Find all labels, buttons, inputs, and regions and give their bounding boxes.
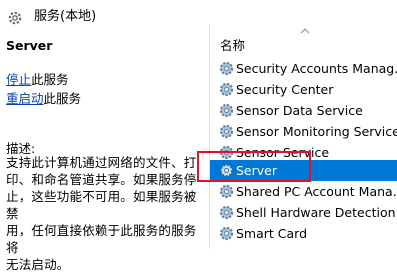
service-name: Shell Hardware Detection: [236, 205, 396, 220]
service-name: Sensor Data Service: [236, 103, 363, 118]
description-line: 支持此计算机通过网络的文件、打: [6, 155, 197, 170]
service-row-security-center[interactable]: Security Center: [210, 79, 397, 100]
service-row-security-accounts-manager[interactable]: Security Accounts Manag...: [210, 58, 397, 79]
service-row-sensor-monitoring-service[interactable]: Sensor Monitoring Service: [210, 121, 397, 142]
selected-service-name: Server: [6, 38, 53, 53]
stop-service-link[interactable]: 停止: [6, 72, 31, 87]
service-gear-icon: [219, 184, 234, 199]
service-row-smart-card[interactable]: Smart Card: [210, 223, 397, 244]
service-name: Security Accounts Manag...: [236, 61, 397, 76]
sort-ascending-icon: [300, 28, 310, 34]
service-name: Security Center: [236, 82, 334, 97]
service-row-shared-pc-account-manager[interactable]: Shared PC Account Mana...: [210, 181, 397, 202]
service-name: Shared PC Account Mana...: [236, 184, 397, 199]
window-title: 服务(本地): [34, 9, 97, 24]
service-row-shell-hardware-detection[interactable]: Shell Hardware Detection: [210, 202, 397, 223]
service-detail-panel: Server 停止此服务 重启动此服务 描述: 支持此计算机通过网络的文件、打 …: [0, 34, 200, 272]
service-gear-icon: [219, 145, 234, 160]
name-column-header[interactable]: 名称: [210, 24, 397, 58]
description-line: 用，任何直接依赖于此服务的服务将: [6, 223, 197, 255]
service-gear-icon: [219, 103, 234, 118]
service-name: Sensor Service: [236, 145, 330, 160]
service-gear-icon: [219, 82, 234, 97]
name-column-label: 名称: [220, 38, 246, 53]
description-line: 止，这些功能不可用。如果服务被禁: [6, 189, 197, 221]
restart-service-link[interactable]: 重启动: [6, 91, 44, 106]
service-description: 支持此计算机通过网络的文件、打 印、和命名管道共享。如果服务停 止，这些功能不可…: [6, 154, 206, 273]
services-gear-icon: [8, 11, 22, 25]
restart-service-action: 重启动此服务: [6, 91, 81, 107]
service-name: Smart Card: [236, 226, 308, 241]
service-gear-icon: [219, 61, 234, 76]
service-gear-icon: [219, 226, 234, 241]
stop-service-action: 停止此服务: [6, 72, 69, 88]
service-name: Sensor Monitoring Service: [236, 124, 397, 139]
services-list: 名称 Security Accounts Manag... Security C…: [210, 24, 397, 249]
service-gear-icon: [219, 124, 234, 139]
restart-service-suffix: 此服务: [43, 91, 82, 106]
service-gear-icon: [219, 163, 234, 178]
service-row-sensor-data-service[interactable]: Sensor Data Service: [210, 100, 397, 121]
description-line: 印、和命名管道共享。如果服务停: [6, 172, 197, 187]
description-line: 无法启动。: [6, 257, 70, 272]
stop-service-suffix: 此服务: [31, 72, 69, 87]
service-row-server[interactable]: Server: [210, 160, 397, 181]
service-gear-icon: [219, 205, 234, 220]
service-name: Server: [236, 163, 277, 178]
